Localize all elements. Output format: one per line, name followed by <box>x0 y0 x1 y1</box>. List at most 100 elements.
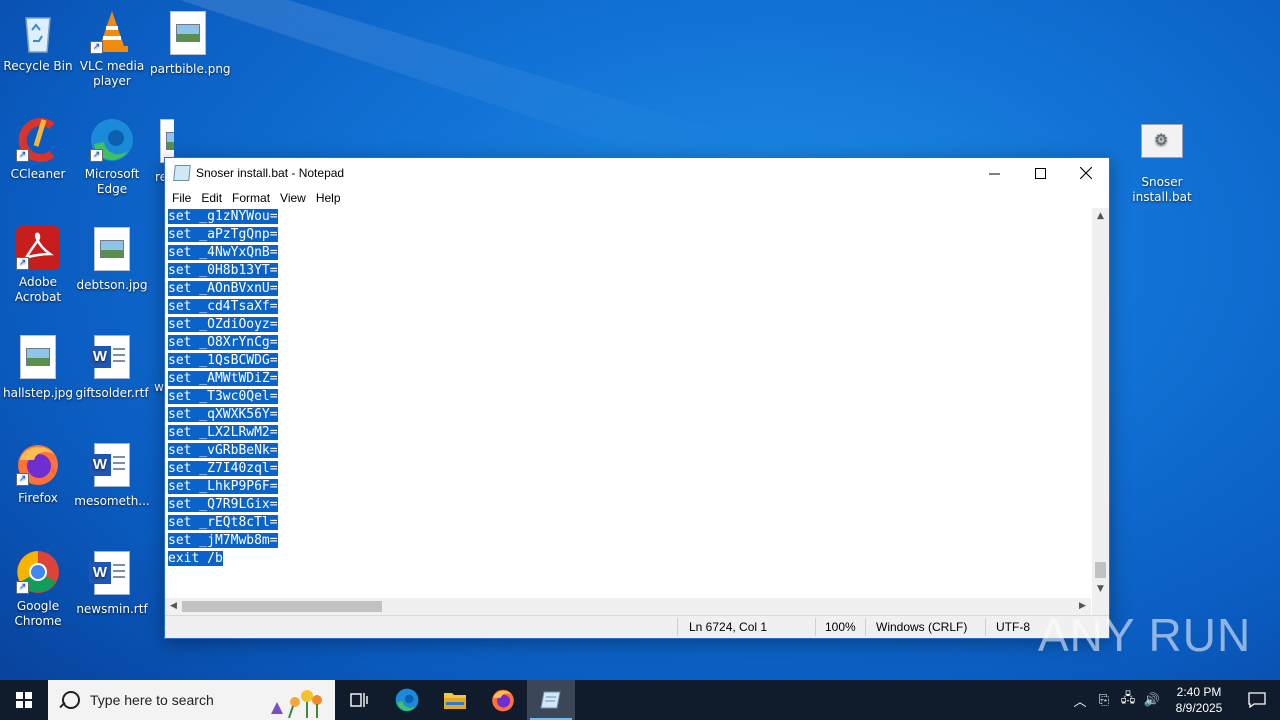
status-bar: Ln 6724, Col 1 100% Windows (CRLF) UTF-8 <box>165 615 1109 638</box>
editor-line[interactable]: set _LhkP9P6F= <box>165 478 1091 496</box>
menu-help[interactable]: Help <box>311 191 346 205</box>
scroll-down-arrow-icon[interactable]: ▼ <box>1092 581 1109 598</box>
editor-line[interactable]: set _0H8b13YT= <box>165 262 1091 280</box>
notification-icon <box>1248 692 1266 708</box>
desktop-icon-hallstep[interactable]: hallstep.jpg <box>0 332 76 401</box>
maximize-button[interactable] <box>1017 158 1063 188</box>
editor-line[interactable]: set _qXWXK56Y= <box>165 406 1091 424</box>
desktop-icon-edge[interactable]: ↗ Microsoft Edge <box>74 116 150 197</box>
shortcut-arrow-icon: ↗ <box>16 257 29 270</box>
start-button[interactable] <box>0 680 48 720</box>
word-document-icon: W <box>89 443 130 487</box>
desktop-icon-firefox[interactable]: ↗ Firefox <box>0 440 76 506</box>
desktop-icon-acrobat[interactable]: ↗ Adobe Acrobat <box>0 224 76 305</box>
taskbar: Type here to search ︿ ⎘ 🖧 🔊 2:40 PM 8/9/… <box>0 680 1280 720</box>
menu-edit[interactable]: Edit <box>196 191 227 205</box>
notepad-icon <box>540 691 561 709</box>
editor-line[interactable]: set _jM7Mwb8m= <box>165 532 1091 550</box>
editor-line[interactable]: set _AOnBVxnU= <box>165 280 1091 298</box>
selected-text: set _g1zNYWou= <box>168 209 278 224</box>
editor-line[interactable]: set _LX2LRwM2= <box>165 424 1091 442</box>
acrobat-icon: ↗ <box>14 224 62 272</box>
editor-line[interactable]: set _4NwYxQnB= <box>165 244 1091 262</box>
notepad-titlebar[interactable]: Snoser install.bat - Notepad <box>165 158 1109 188</box>
image-file-icon <box>94 227 130 271</box>
desktop-icon-label: Firefox <box>18 491 58 505</box>
anyrun-watermark: ANY RUN <box>1038 609 1252 661</box>
selected-text: set _0H8b13YT= <box>168 263 278 278</box>
menu-view[interactable]: View <box>275 191 311 205</box>
volume-icon[interactable]: 🔊 <box>1140 692 1164 708</box>
desktop-icon-giftsolder[interactable]: W giftsolder.rtf <box>74 332 150 401</box>
status-encoding: UTF-8 <box>996 620 1030 634</box>
editor-line[interactable]: set _AMWtWDiZ= <box>165 370 1091 388</box>
network-device-icon[interactable]: ⎘ <box>1092 692 1116 708</box>
desktop-icon-debtson[interactable]: debtson.jpg <box>74 224 150 293</box>
editor-line[interactable]: set _g1zNYWou= <box>165 208 1091 226</box>
clock-time: 2:40 PM <box>1176 685 1222 699</box>
selected-text: set _LX2LRwM2= <box>168 425 278 440</box>
desktop-icon-ccleaner[interactable]: ↗ CCleaner <box>0 116 76 182</box>
selected-text: set _cd4TsaXf= <box>168 299 278 314</box>
taskbar-clock[interactable]: 2:40 PM 8/9/2025 <box>1164 684 1234 716</box>
scroll-left-arrow-icon[interactable]: ◀ <box>165 598 182 615</box>
minimize-button[interactable] <box>971 158 1017 188</box>
desktop-icon-w[interactable]: w <box>150 380 164 395</box>
editor-line[interactable]: set _Q7R9LGix= <box>165 496 1091 514</box>
editor-line[interactable]: set _1QsBCWDG= <box>165 352 1091 370</box>
selected-text: set _T3wc0Qel= <box>168 389 278 404</box>
editor-line[interactable]: set _OZdiOoyz= <box>165 316 1091 334</box>
close-button[interactable] <box>1063 158 1109 188</box>
editor-line[interactable]: set _cd4TsaXf= <box>165 298 1091 316</box>
vertical-scroll-thumb[interactable] <box>1095 562 1106 578</box>
task-view-button[interactable] <box>335 680 383 720</box>
editor-line[interactable]: exit /b <box>165 550 1091 568</box>
desktop-icon-mesometh[interactable]: W mesometh... <box>74 440 150 509</box>
editor-line[interactable]: set _T3wc0Qel= <box>165 388 1091 406</box>
desktop-icon-label: w <box>154 380 164 394</box>
editor-line[interactable]: set _Z7I40zql= <box>165 460 1091 478</box>
selected-text: exit /b <box>168 551 223 566</box>
vertical-scrollbar[interactable]: ▲ ▼ <box>1092 208 1109 598</box>
desktop-icon-label: CCleaner <box>10 167 66 181</box>
firefox-icon: ↗ <box>14 440 62 488</box>
desktop-icon-label: Adobe Acrobat <box>14 275 62 304</box>
taskbar-file-explorer[interactable] <box>431 680 479 720</box>
task-view-icon <box>350 693 368 707</box>
horizontal-scrollbar[interactable]: ◀ ▶ <box>165 598 1091 615</box>
network-icon[interactable]: 🖧 <box>1116 689 1140 711</box>
desktop-icon-vlc[interactable]: ↗ VLC media player <box>74 8 150 89</box>
desktop-icon-chrome[interactable]: ↗ Google Chrome <box>0 548 76 629</box>
scroll-up-arrow-icon[interactable]: ▲ <box>1092 208 1109 225</box>
chrome-icon: ↗ <box>14 548 62 596</box>
ccleaner-icon: ↗ <box>14 116 62 164</box>
edge-icon: ↗ <box>88 116 136 164</box>
word-document-icon: W <box>89 551 130 595</box>
desktop-icon-newsmin[interactable]: W newsmin.rtf <box>74 548 150 617</box>
horizontal-scroll-thumb[interactable] <box>182 601 382 612</box>
editor-line[interactable]: set _vGRbBeNk= <box>165 442 1091 460</box>
windows-logo-icon <box>16 692 32 708</box>
editor-line[interactable]: set _rEQt8cTl= <box>165 514 1091 532</box>
taskbar-edge[interactable] <box>383 680 431 720</box>
status-cursor-position: Ln 6724, Col 1 <box>689 620 768 634</box>
action-center-button[interactable] <box>1234 680 1280 720</box>
desktop-icon-label: newsmin.rtf <box>76 602 148 616</box>
editor-line[interactable]: set _aPzTgQnp= <box>165 226 1091 244</box>
menu-file[interactable]: File <box>167 191 196 205</box>
taskbar-notepad[interactable] <box>527 680 575 720</box>
menu-format[interactable]: Format <box>227 191 275 205</box>
window-title: Snoser install.bat - Notepad <box>196 166 345 180</box>
minimize-icon <box>988 173 1000 174</box>
editor-line[interactable]: set _O8XrYnCg= <box>165 334 1091 352</box>
taskbar-firefox[interactable] <box>479 680 527 720</box>
show-hidden-icons-chevron-icon[interactable]: ︿ <box>1068 691 1092 710</box>
text-editor-area[interactable]: set _g1zNYWou=set _aPzTgQnp= set _4NwYxQn… <box>165 208 1091 598</box>
notepad-app-icon <box>173 165 191 181</box>
desktop-icon-partbible[interactable]: partbible.png <box>150 8 231 77</box>
system-tray: ︿ ⎘ 🖧 🔊 2:40 PM 8/9/2025 <box>1068 680 1280 720</box>
desktop-icon-recycle-bin[interactable]: Recycle Bin <box>0 8 76 74</box>
desktop-icon-snoser-bat[interactable]: ⚙ Snoser install.bat <box>1124 116 1200 205</box>
taskbar-search-box[interactable]: Type here to search <box>48 680 335 720</box>
selected-text: set _LhkP9P6F= <box>168 479 278 494</box>
